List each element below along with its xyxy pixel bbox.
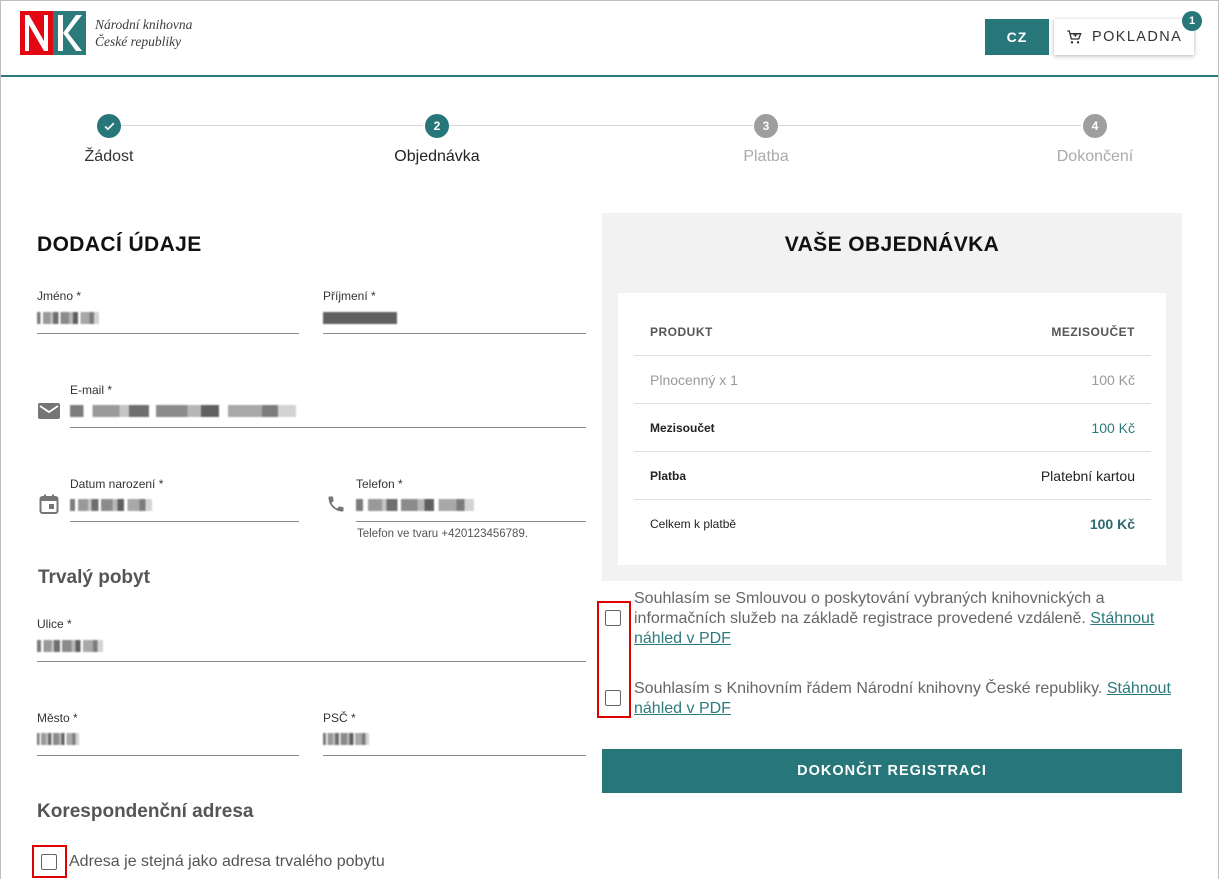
phone-label: Telefon * bbox=[356, 477, 403, 491]
stepper-connector-2 bbox=[449, 125, 753, 126]
last-name-label: Příjmení * bbox=[323, 289, 376, 303]
col-subtotal-header: MEZISOUČET bbox=[1051, 324, 1135, 339]
subtotal-label: Mezisoučet bbox=[650, 420, 715, 435]
language-button[interactable]: CZ bbox=[985, 19, 1049, 55]
phone-icon bbox=[328, 496, 344, 512]
step-2-label: Objednávka bbox=[394, 148, 480, 165]
email-underline bbox=[70, 427, 586, 428]
stepper-connector-1 bbox=[121, 125, 423, 126]
same-address-checkbox[interactable] bbox=[41, 854, 57, 870]
step-4-number: 4 bbox=[1083, 114, 1107, 138]
agreement-text: Souhlasím se Smlouvou o poskytování vybr… bbox=[634, 590, 1105, 627]
stepper-connector-3 bbox=[779, 125, 1081, 126]
street-underline bbox=[37, 661, 586, 662]
item-price: 100 Kč bbox=[1091, 371, 1135, 388]
total-row: Celkem k platbě 100 Kč bbox=[634, 500, 1151, 548]
rules-text: Souhlasím s Knihovním řádem Národní knih… bbox=[634, 680, 1103, 697]
item-name: Plnocenný x 1 bbox=[650, 371, 738, 388]
order-item-row: Plnocenný x 1 100 Kč bbox=[634, 356, 1151, 404]
step-3-label: Platba bbox=[743, 148, 789, 165]
logo-line-1: Národní knihovna bbox=[95, 17, 193, 32]
phone-field[interactable] bbox=[356, 498, 586, 514]
step-3-number: 3 bbox=[754, 114, 778, 138]
street-label: Ulice * bbox=[37, 617, 72, 631]
email-label: E-mail * bbox=[70, 383, 113, 397]
logo-text: Národní knihovna České republiky bbox=[95, 16, 192, 50]
nk-logo[interactable]: Národní knihovna České republiky bbox=[20, 11, 192, 55]
payment-row: Platba Platební kartou bbox=[634, 452, 1151, 500]
finish-registration-button[interactable]: DOKONČIT REGISTRACI bbox=[602, 749, 1182, 793]
first-name-field[interactable] bbox=[37, 311, 299, 327]
col-product-header: PRODUKT bbox=[650, 324, 713, 339]
last-name-underline bbox=[323, 333, 586, 334]
order-table: PRODUKT MEZISOUČET Plnocenný x 1 100 Kč … bbox=[618, 293, 1166, 565]
calendar-icon bbox=[39, 494, 59, 514]
order-title: VAŠE OBJEDNÁVKA bbox=[784, 233, 1000, 256]
city-underline bbox=[37, 755, 299, 756]
total-label: Celkem k platbě bbox=[650, 517, 737, 531]
birthdate-field[interactable] bbox=[70, 498, 299, 514]
subtotal-value: 100 Kč bbox=[1091, 419, 1135, 436]
page-frame: Národní knihovna České republiky CZ POKL… bbox=[0, 0, 1219, 879]
birthdate-label: Datum narození * bbox=[70, 477, 164, 491]
cart-count-badge: 1 bbox=[1182, 11, 1202, 31]
checkout-button[interactable]: POKLADNA bbox=[1054, 19, 1194, 55]
step-1-check-icon bbox=[97, 114, 121, 138]
city-field[interactable] bbox=[37, 732, 299, 748]
same-address-label[interactable]: Adresa je stejná jako adresa trvalého po… bbox=[69, 852, 385, 872]
residence-title: Trvalý pobyt bbox=[38, 567, 150, 588]
zip-field[interactable] bbox=[323, 732, 586, 748]
step-4-label: Dokončení bbox=[1056, 148, 1134, 165]
rules-consent: Souhlasím s Knihovním řádem Národní knih… bbox=[634, 679, 1179, 719]
agreement-consent: Souhlasím se Smlouvou o poskytování vybr… bbox=[634, 589, 1174, 649]
phone-hint: Telefon ve tvaru +420123456789. bbox=[357, 528, 529, 540]
step-2-number: 2 bbox=[425, 114, 449, 138]
email-icon bbox=[38, 403, 60, 419]
zip-label: PSČ * bbox=[323, 711, 356, 725]
phone-underline bbox=[356, 521, 586, 522]
street-field[interactable] bbox=[37, 639, 586, 655]
rules-checkbox[interactable] bbox=[605, 690, 621, 706]
email-field[interactable] bbox=[70, 404, 586, 420]
agreement-checkbox[interactable] bbox=[605, 610, 621, 626]
checkout-label: POKLADNA bbox=[1092, 29, 1183, 45]
step-1-label: Žádost bbox=[84, 148, 134, 165]
logo-line-2: České republiky bbox=[95, 34, 182, 49]
nk-logo-icon bbox=[20, 11, 86, 55]
order-summary-panel: VAŠE OBJEDNÁVKA PRODUKT MEZISOUČET Plnoc… bbox=[602, 213, 1182, 581]
first-name-underline bbox=[37, 333, 299, 334]
payment-label: Platba bbox=[650, 468, 687, 483]
birthdate-underline bbox=[70, 521, 299, 522]
total-value: 100 Kč bbox=[1089, 516, 1135, 532]
cart-icon bbox=[1067, 30, 1082, 44]
correspondence-title: Korespondenční adresa bbox=[37, 801, 254, 822]
last-name-field[interactable] bbox=[323, 311, 586, 327]
city-label: Město * bbox=[37, 711, 78, 725]
delivery-title: DODACÍ ÚDAJE bbox=[37, 233, 202, 256]
zip-underline bbox=[323, 755, 586, 756]
subtotal-row: Mezisoučet 100 Kč bbox=[634, 404, 1151, 452]
header: Národní knihovna České republiky CZ POKL… bbox=[1, 1, 1218, 77]
payment-value: Platební kartou bbox=[1040, 467, 1135, 484]
first-name-label: Jméno * bbox=[37, 289, 82, 303]
order-header-row: PRODUKT MEZISOUČET bbox=[634, 308, 1151, 356]
